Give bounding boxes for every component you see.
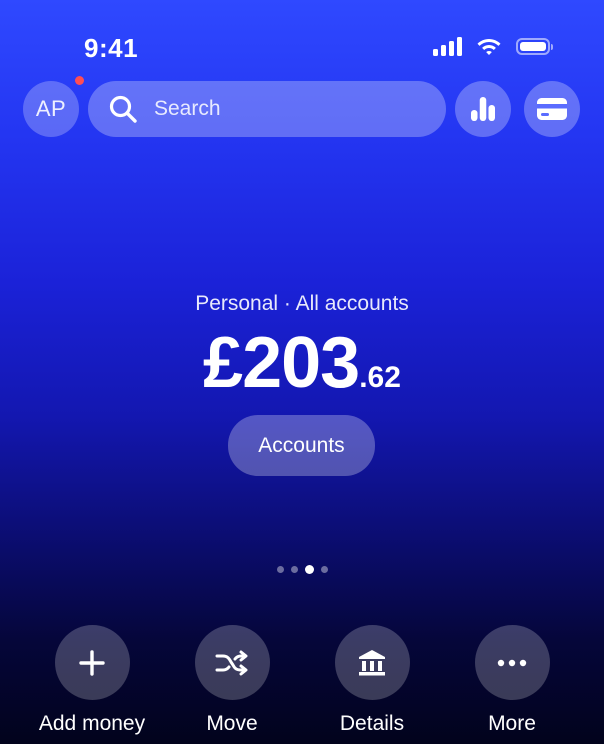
card-icon (537, 98, 567, 120)
analytics-icon (471, 97, 495, 121)
page-dot[interactable] (276, 566, 284, 573)
status-icons (433, 36, 553, 56)
avatar[interactable]: AP (23, 81, 79, 137)
page-dot-active[interactable] (304, 565, 314, 574)
balance-label: Personal · All accounts (195, 292, 409, 315)
search-icon (109, 95, 137, 123)
page-dot[interactable] (290, 566, 298, 573)
more-button[interactable] (474, 625, 550, 700)
more-dots-icon (497, 659, 527, 666)
avatar-initials: AP (35, 96, 67, 121)
home-screen: 9:41 AP Search Personal · All accounts £… (0, 0, 604, 744)
move-label: Move (206, 712, 258, 735)
search-bar[interactable]: Search (88, 81, 446, 137)
details-label: Details (339, 712, 405, 735)
add-money-action[interactable]: Add money (22, 625, 162, 736)
plus-icon (79, 649, 105, 676)
search-placeholder: Search (154, 97, 221, 120)
add-money-label: Add money (38, 712, 146, 735)
balance-decimal: .62 (359, 361, 401, 394)
details-action[interactable]: Details (302, 625, 442, 736)
add-money-button[interactable] (54, 625, 130, 700)
page-dot[interactable] (320, 566, 328, 573)
shuffle-icon (215, 650, 248, 675)
battery-icon (516, 37, 553, 55)
bank-icon (359, 649, 385, 675)
details-button[interactable] (334, 625, 410, 700)
move-action[interactable]: Move (162, 625, 302, 736)
wifi-icon (477, 39, 501, 55)
balance-amount: £203.62 (0, 322, 604, 404)
cards-button[interactable] (524, 81, 580, 137)
more-label: More (488, 712, 536, 735)
more-action[interactable]: More (442, 625, 582, 736)
status-time: 9:41 (84, 33, 139, 63)
balance-main: £203 (203, 323, 360, 403)
move-button[interactable] (194, 625, 270, 700)
notification-dot (75, 76, 84, 85)
analytics-button[interactable] (455, 81, 511, 137)
accounts-button[interactable]: Accounts (228, 415, 375, 476)
page-indicator (0, 565, 604, 574)
accounts-button-label: Accounts (258, 433, 345, 457)
cellular-signal-icon (433, 36, 462, 56)
